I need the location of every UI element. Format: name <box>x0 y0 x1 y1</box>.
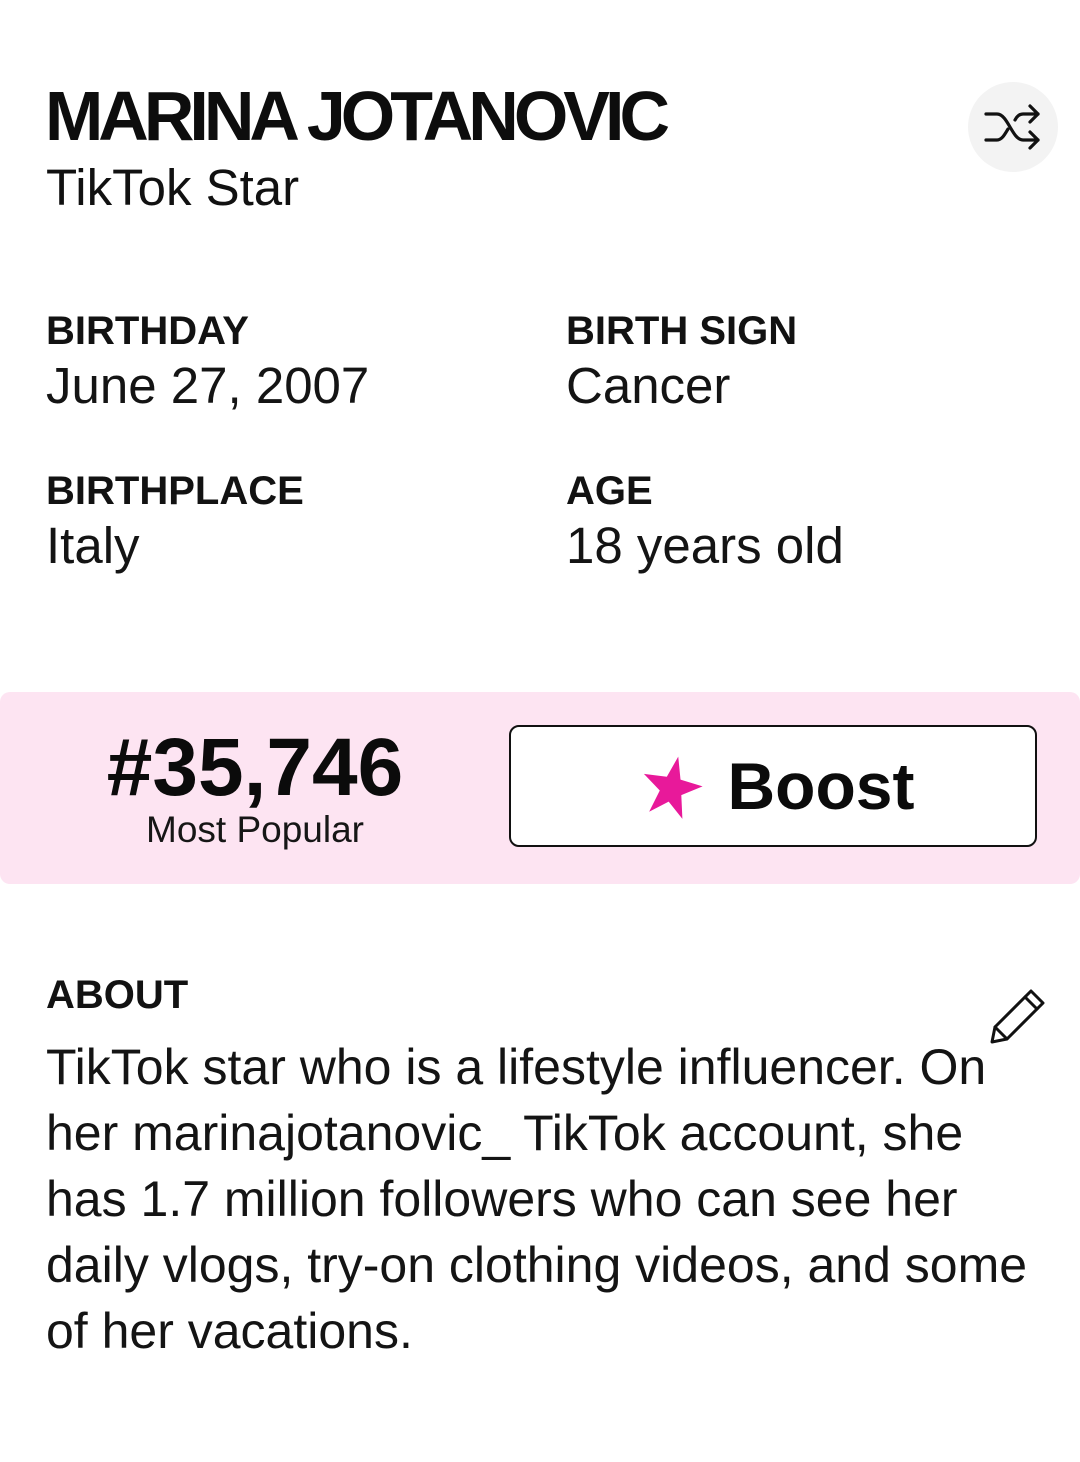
about-heading: ABOUT <box>46 973 189 1017</box>
popularity-rank: #35,746 <box>106 722 404 813</box>
age-value: 18 years old <box>566 517 844 574</box>
birth-sign-label: BIRTH SIGN <box>566 309 798 353</box>
birthday-label: BIRTHDAY <box>46 309 249 353</box>
birth-sign-value[interactable]: Cancer <box>566 356 730 416</box>
shuffle-icon <box>984 104 1040 150</box>
shuffle-button[interactable] <box>968 82 1058 172</box>
age-label: AGE <box>566 469 653 513</box>
birthplace-label: BIRTHPLACE <box>46 469 304 513</box>
birthday-value: June 27, 2007 <box>46 357 370 414</box>
birthplace-value[interactable]: Italy <box>46 516 140 576</box>
boost-label: Boost <box>727 749 915 823</box>
profile-name: MARINA JOTANOVIC <box>45 77 670 155</box>
about-text: TikTok star who is a lifestyle influence… <box>46 1039 1028 1359</box>
popularity-caption: Most Popular <box>146 809 364 850</box>
profile-profession: TikTok Star <box>46 159 300 216</box>
boost-button[interactable]: Boost <box>509 725 1037 847</box>
star-icon <box>643 756 703 819</box>
